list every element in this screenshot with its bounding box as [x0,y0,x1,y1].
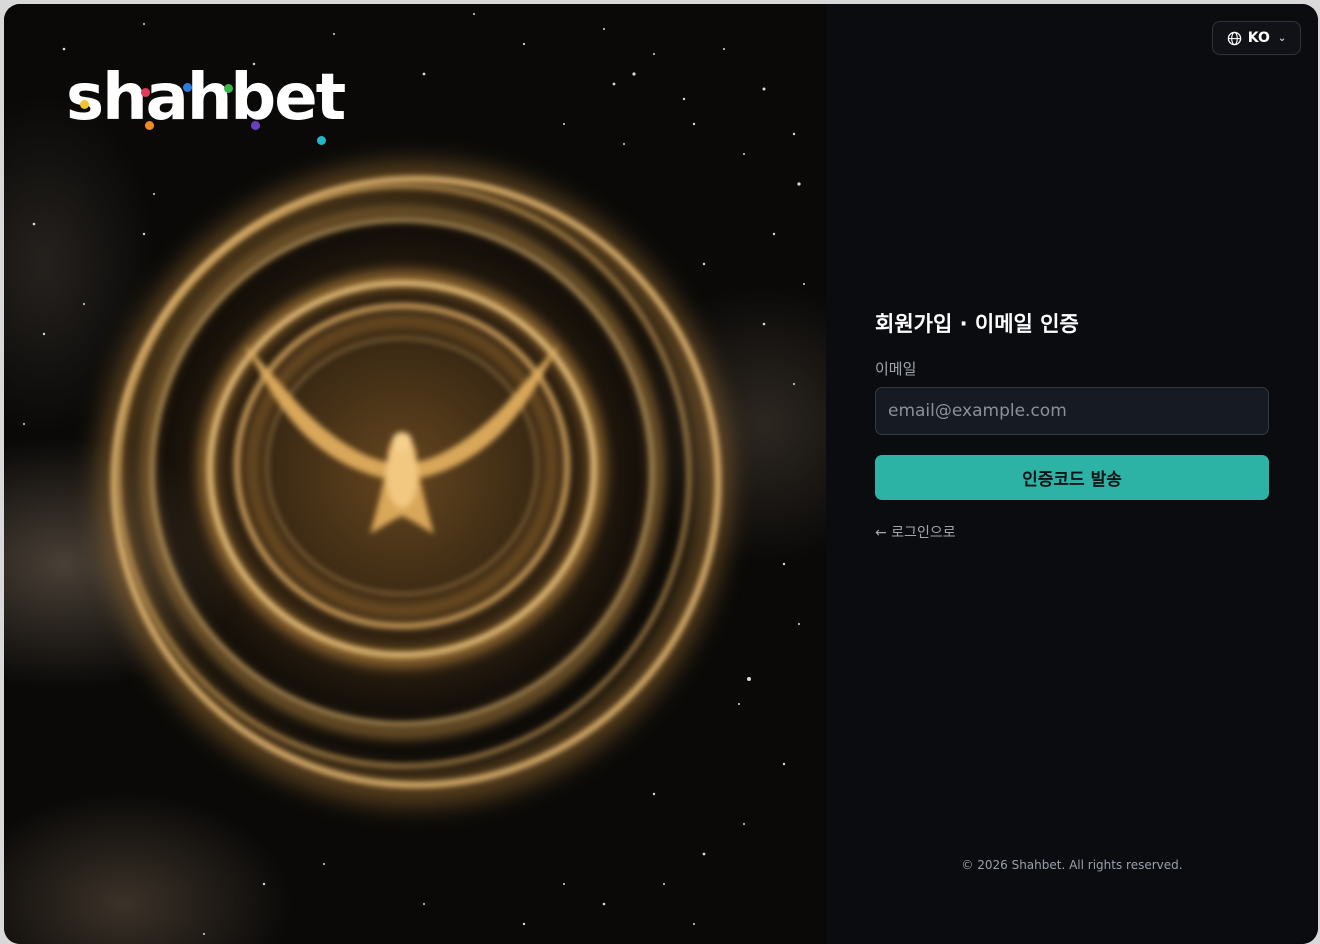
email-input[interactable] [875,387,1269,435]
logo-dot-6 [251,121,260,130]
logo-dot-3 [183,83,192,92]
globe-icon [1227,31,1241,45]
footer-copyright: © 2026 Shahbet. All rights reserved. [961,858,1183,872]
logo-dot-2 [141,88,150,97]
logo-dot-4 [224,84,233,93]
chevron-down-icon: ⌄ [1277,32,1287,44]
signup-form: 회원가입 · 이메일 인증 이메일 인증코드 발송 ← 로그인으로 [875,310,1269,542]
email-label: 이메일 [875,360,917,378]
app-window: shahbet KO ⌄ 회원가입 · 이메일 인증 이메일 인 [4,4,1318,944]
language-code: KO [1247,30,1270,46]
hero-image: shahbet [4,4,826,944]
brand-logo: shahbet [66,66,346,130]
auth-panel: KO ⌄ 회원가입 · 이메일 인증 이메일 인증코드 발송 ← 로그인으로 ©… [826,4,1318,944]
send-code-button[interactable]: 인증코드 발송 [875,455,1269,500]
logo-text: shahbet [66,61,346,135]
logo-dot-1 [80,100,89,109]
hero-artwork [23,13,805,935]
language-selector[interactable]: KO ⌄ [1212,21,1301,55]
page-title: 회원가입 · 이메일 인증 [875,312,1079,336]
logo-dot-5 [145,121,154,130]
logo-dot-7 [317,136,326,145]
back-to-login-link[interactable]: ← 로그인으로 [875,522,956,542]
